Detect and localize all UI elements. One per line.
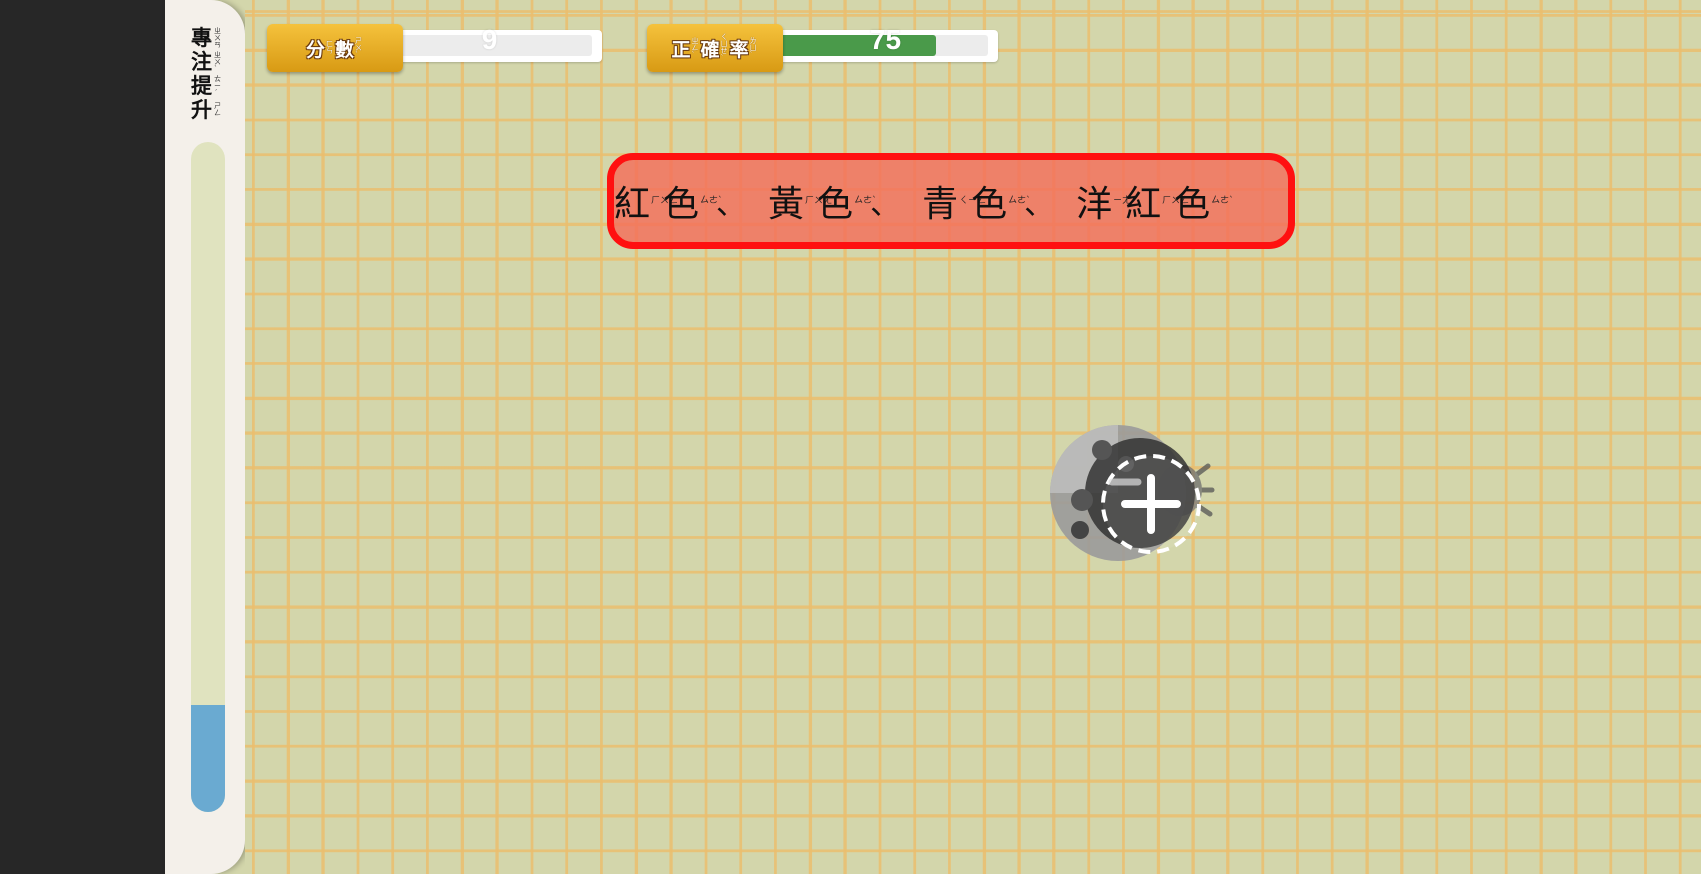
focus-meter-fill — [191, 704, 225, 812]
prompt-char: 色ㄙㄜˋ — [1174, 175, 1234, 227]
ladybug-target[interactable] — [1040, 418, 1230, 568]
prompt-char: 洋ㄧㄤˊ — [1076, 175, 1136, 227]
focus-title-char: 升ㄕㄥ — [191, 98, 224, 122]
focus-title-char-zhuyin: ㄊㄧˊ — [214, 74, 221, 97]
accuracy-panel: 75 正ㄓㄥˋ 確ㄑㄩㄝˋ 率ㄌㄩˋ — [647, 24, 1007, 76]
prompt-char: 色ㄙㄜˋ — [817, 175, 877, 227]
prompt-char-zhuyin: ㄏㄨㄥˊ — [1162, 196, 1194, 206]
focus-title-char-char: 注 — [191, 50, 212, 74]
score-label-char-char: 分 — [305, 38, 325, 61]
prompt-char-zhuyin: ㄑㄧㄥ — [959, 196, 987, 206]
focus-meter — [191, 142, 225, 812]
prompt-char-char: 洋 — [1076, 184, 1113, 225]
score-label-char-zhuyin: ㄈㄣ — [326, 40, 333, 55]
prompt-char-zhuyin: ㄏㄨㄤˊ — [805, 196, 837, 206]
prompt-char-zhuyin: ㄙㄜˋ — [1211, 196, 1234, 206]
score-label-char-zhuyin: ㄕㄨˋ — [355, 36, 363, 59]
prompt-char: 青ㄑㄧㄥ — [922, 175, 987, 227]
prompt-char: 紅ㄏㄨㄥˊ — [614, 175, 683, 227]
prompt-char-char: 青 — [922, 184, 959, 225]
focus-title-char: 專ㄓㄨㄢ — [191, 26, 224, 50]
focus-title-char: 提ㄊㄧˊ — [191, 74, 224, 98]
prompt-separator: 、 — [870, 187, 901, 222]
focus-title-char-char: 提 — [191, 74, 212, 98]
prompt-char: 色ㄙㄜˋ — [971, 175, 1031, 227]
focus-title-char-char: 專 — [191, 26, 212, 50]
prompt-char-char: 紅 — [614, 184, 651, 225]
focus-title-char: 注ㄓㄨˋ — [191, 50, 224, 74]
game-stage[interactable]: 9 分ㄈㄣ數ㄕㄨˋ 75 正ㄓㄥˋ 確ㄑㄩㄝˋ 率ㄌㄩˋ 紅ㄏㄨㄥˊ 色ㄙㄜˋ、黃ㄏㄨ… — [245, 0, 1701, 874]
prompt-separator: 、 — [1024, 187, 1055, 222]
focus-title: 專ㄓㄨㄢ注ㄓㄨˋ 提ㄊㄧˊ 升ㄕㄥ — [191, 26, 231, 122]
accuracy-label-char-zhuyin: ㄑㄩㄝˋ — [720, 33, 728, 62]
ladybug-icon[interactable] — [1040, 418, 1230, 568]
prompt-char-zhuyin: ㄙㄜˋ — [1008, 196, 1031, 206]
prompt-char-char: 色 — [663, 184, 700, 225]
accuracy-value: 75 — [869, 24, 902, 55]
score-label-char: 分ㄈㄣ — [306, 35, 335, 62]
prompt-char: 黃ㄏㄨㄤˊ — [768, 175, 837, 227]
focus-title-char-char: 升 — [191, 98, 212, 122]
accuracy-label-char-char: 正 — [671, 38, 691, 61]
prompt-char-zhuyin: ㄧㄤˊ — [1113, 196, 1136, 206]
prompt-char-zhuyin: ㄙㄜˋ — [854, 196, 877, 206]
prompt-char-char: 黃 — [768, 184, 805, 225]
accuracy-label: 正ㄓㄥˋ 確ㄑㄩㄝˋ 率ㄌㄩˋ — [647, 24, 783, 72]
prompt-separator: 、 — [716, 187, 747, 222]
score-track: 9 — [377, 24, 602, 62]
score-label: 分ㄈㄣ數ㄕㄨˋ — [267, 24, 403, 72]
score-panel: 9 分ㄈㄣ數ㄕㄨˋ — [267, 24, 607, 76]
prompt-char: 色ㄙㄜˋ — [663, 175, 723, 227]
focus-title-char-zhuyin: ㄕㄥ — [214, 102, 221, 117]
score-label-char: 數ㄕㄨˋ — [335, 35, 364, 62]
accuracy-label-char-char: 率 — [729, 38, 749, 61]
focus-sidebar: 專ㄓㄨㄢ注ㄓㄨˋ 提ㄊㄧˊ 升ㄕㄥ — [165, 0, 245, 874]
focus-title-char-zhuyin: ㄓㄨˋ — [214, 50, 221, 73]
accuracy-label-char: 率ㄌㄩˋ — [730, 35, 759, 62]
color-prompt-text: 紅ㄏㄨㄥˊ 色ㄙㄜˋ、黃ㄏㄨㄤˊ 色ㄙㄜˋ、青ㄑㄧㄥ色ㄙㄜˋ、洋ㄧㄤˊ 紅ㄏㄨㄥˊ 色ㄙ… — [614, 175, 1234, 227]
accuracy-label-char: 正ㄓㄥˋ — [671, 35, 700, 62]
color-prompt: 紅ㄏㄨㄥˊ 色ㄙㄜˋ、黃ㄏㄨㄤˊ 色ㄙㄜˋ、青ㄑㄧㄥ色ㄙㄜˋ、洋ㄧㄤˊ 紅ㄏㄨㄥˊ 色ㄙ… — [607, 153, 1295, 249]
prompt-char-char: 色 — [971, 184, 1008, 225]
focus-title-char-zhuyin: ㄓㄨㄢ — [214, 26, 221, 49]
prompt-char-char: 紅 — [1125, 184, 1162, 225]
accuracy-label-char-char: 確 — [700, 38, 720, 61]
score-value: 9 — [481, 24, 498, 55]
left-margin — [0, 0, 165, 874]
prompt-char-char: 色 — [1174, 184, 1211, 225]
prompt-char: 紅ㄏㄨㄥˊ — [1125, 175, 1194, 227]
accuracy-label-char: 確ㄑㄩㄝˋ — [700, 34, 729, 62]
accuracy-track: 75 — [773, 24, 998, 62]
score-label-char-char: 數 — [335, 38, 355, 61]
prompt-char-char: 色 — [817, 184, 854, 225]
prompt-char-zhuyin: ㄙㄜˋ — [700, 196, 723, 206]
accuracy-label-char-zhuyin: ㄌㄩˋ — [749, 36, 757, 59]
prompt-char-zhuyin: ㄏㄨㄥˊ — [651, 196, 683, 206]
